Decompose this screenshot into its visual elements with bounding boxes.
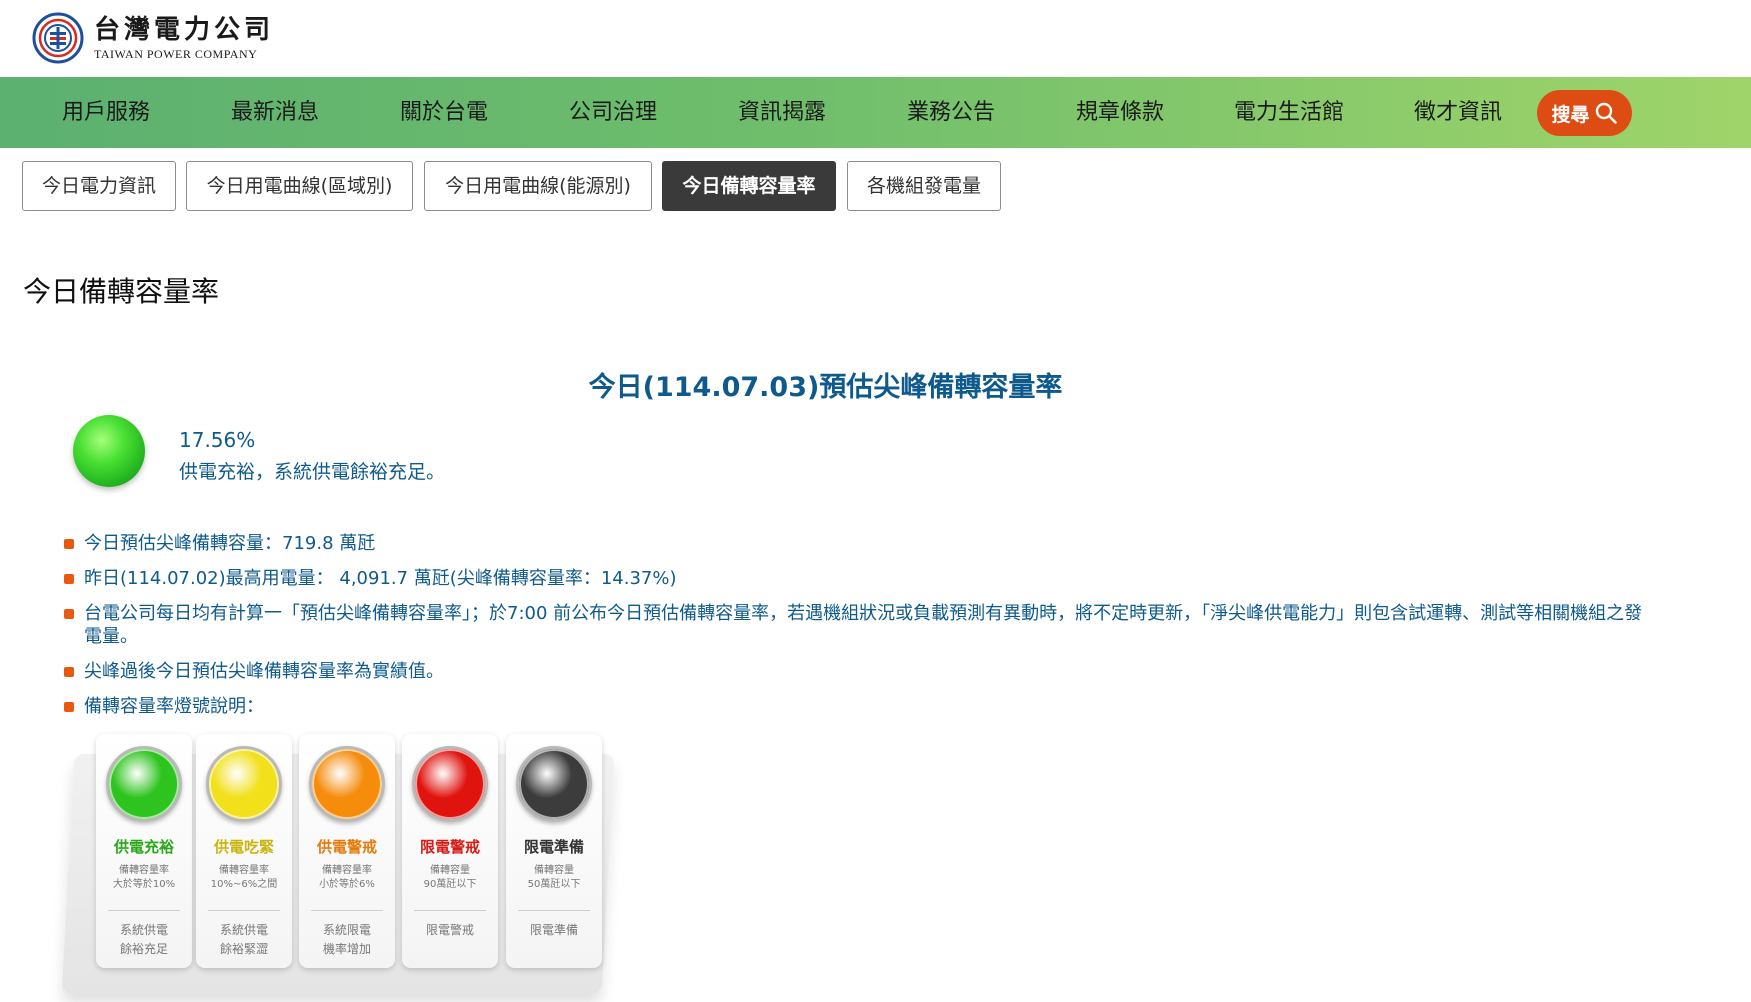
bullet-icon	[64, 609, 74, 619]
nav-item-announcements[interactable]: 業務公告	[907, 77, 995, 148]
legend-condition: 備轉容量率 小於等於6%	[319, 865, 375, 890]
list-item-text: 台電公司每日均有計算一「預估尖峰備轉容量率」；於7:00 前公布今日預估備轉容量…	[84, 603, 1643, 647]
nav-item-about[interactable]: 關於台電	[400, 77, 488, 148]
nav-item-regulations[interactable]: 規章條款	[1076, 77, 1164, 148]
legend-divider	[311, 910, 383, 911]
legend-meaning: 系統限電 機率增加	[322, 923, 371, 956]
legend-condition: 備轉容量 90萬瓩以下	[423, 865, 477, 890]
site-header: 台灣電力公司 TAIWAN POWER COMPANY	[0, 0, 1751, 77]
company-logo[interactable]: 台灣電力公司 TAIWAN POWER COMPANY	[32, 12, 274, 64]
reserve-margin-heading: 今日(114.07.03)預估尖峰備轉容量率	[588, 372, 1063, 403]
legend-divider	[108, 910, 180, 911]
list-item-text: 昨日(114.07.02)最高用電量： 4,091.7 萬瓩(尖峰備轉容量率：1…	[84, 568, 677, 589]
legend-divider	[414, 910, 486, 911]
search-icon	[1595, 102, 1617, 124]
list-item: 台電公司每日均有計算一「預估尖峰備轉容量率」；於7:00 前公布今日預估備轉容量…	[64, 602, 1644, 648]
list-item: 今日預估尖峰備轉容量：719.8 萬瓩	[64, 532, 1644, 555]
logo-chinese-name: 台灣電力公司	[94, 14, 275, 45]
tab-load-curve-energy[interactable]: 今日用電曲線(能源別)	[424, 161, 652, 211]
list-item: 昨日(114.07.02)最高用電量： 4,091.7 萬瓩(尖峰備轉容量率：1…	[64, 567, 1644, 590]
bullet-icon	[64, 667, 74, 677]
search-label: 搜尋	[1551, 103, 1590, 126]
list-item: 備轉容量率燈號說明：	[64, 695, 1644, 718]
legend-name: 限電準備	[523, 838, 584, 856]
legend-condition: 備轉容量率 大於等於10%	[112, 865, 176, 890]
nav-item-power-life[interactable]: 電力生活館	[1234, 77, 1344, 148]
legend-card-tight: 供電吃緊 備轉容量率 10%~6%之間 系統供電 餘裕緊澀	[196, 734, 292, 968]
status-light-icon	[73, 415, 145, 487]
legend-card-sufficient: 供電充裕 備轉容量率 大於等於10% 系統供電 餘裕充足	[96, 734, 192, 968]
logo-english-name: TAIWAN POWER COMPANY	[94, 46, 258, 61]
legend-card-alert: 供電警戒 備轉容量率 小於等於6% 系統限電 機率增加	[299, 734, 395, 968]
legend-condition: 備轉容量 50萬瓩以下	[527, 865, 581, 890]
legend-meaning: 系統供電 餘裕充足	[119, 923, 168, 956]
legend-name: 限電警戒	[419, 838, 480, 856]
legend-name: 供電充裕	[113, 838, 174, 856]
tab-load-curve-region[interactable]: 今日用電曲線(區域別)	[186, 161, 413, 211]
legend-meaning: 限電警戒	[425, 923, 474, 937]
legend-card-rationing-alert: 限電警戒 備轉容量 90萬瓩以下 限電警戒	[402, 734, 498, 968]
signal-legend: 供電充裕 備轉容量率 大於等於10% 系統供電 餘裕充足 供電吃緊 備轉容量率 10%…	[61, 734, 615, 1000]
reserve-margin-value: 17.56%	[179, 428, 256, 452]
status-description: 供電充裕，系統供電餘裕充足。	[179, 461, 446, 483]
nav-item-disclosure[interactable]: 資訊揭露	[738, 77, 826, 148]
taipower-logo-icon	[32, 12, 84, 64]
list-item-text: 尖峰過後今日預估尖峰備轉容量率為實績值。	[84, 661, 444, 682]
black-light-icon	[516, 746, 592, 822]
bullet-icon	[64, 539, 74, 549]
tab-unit-generation[interactable]: 各機組發電量	[847, 161, 1001, 211]
nav-item-news[interactable]: 最新消息	[231, 77, 319, 148]
yellow-light-icon	[206, 746, 282, 822]
bullet-icon	[64, 574, 74, 584]
list-item-text: 今日預估尖峰備轉容量：719.8 萬瓩	[84, 533, 376, 554]
orange-light-icon	[309, 746, 385, 822]
page-title: 今日備轉容量率	[23, 275, 220, 308]
legend-condition: 備轉容量率 10%~6%之間	[210, 865, 278, 890]
main-nav: 用戶服務 最新消息 關於台電 公司治理 資訊揭露 業務公告 規章條款 電力生活館…	[0, 77, 1751, 148]
red-light-icon	[412, 746, 488, 822]
list-item-text: 備轉容量率燈號說明：	[84, 696, 264, 717]
legend-name: 供電警戒	[316, 838, 377, 856]
legend-divider	[518, 910, 590, 911]
list-item: 尖峰過後今日預估尖峰備轉容量率為實績值。	[64, 660, 1644, 683]
bullet-icon	[64, 702, 74, 712]
search-button[interactable]: 搜尋	[1537, 90, 1632, 136]
legend-card-rationing-prep: 限電準備 備轉容量 50萬瓩以下 限電準備	[506, 734, 602, 968]
info-list: 今日預估尖峰備轉容量：719.8 萬瓩 昨日(114.07.02)最高用電量： …	[64, 532, 1644, 730]
nav-item-careers[interactable]: 徵才資訊	[1414, 77, 1502, 148]
nav-item-customer-service[interactable]: 用戶服務	[62, 77, 150, 148]
legend-meaning: 限電準備	[529, 923, 578, 937]
legend-name: 供電吃緊	[213, 838, 274, 856]
tab-reserve-margin[interactable]: 今日備轉容量率	[662, 161, 836, 211]
legend-meaning: 系統供電 餘裕緊澀	[219, 923, 268, 956]
nav-item-governance[interactable]: 公司治理	[569, 77, 657, 148]
logo-text: 台灣電力公司 TAIWAN POWER COMPANY	[94, 15, 274, 62]
green-light-icon	[106, 746, 182, 822]
legend-divider	[208, 910, 280, 911]
tab-today-power-info[interactable]: 今日電力資訊	[22, 161, 176, 211]
